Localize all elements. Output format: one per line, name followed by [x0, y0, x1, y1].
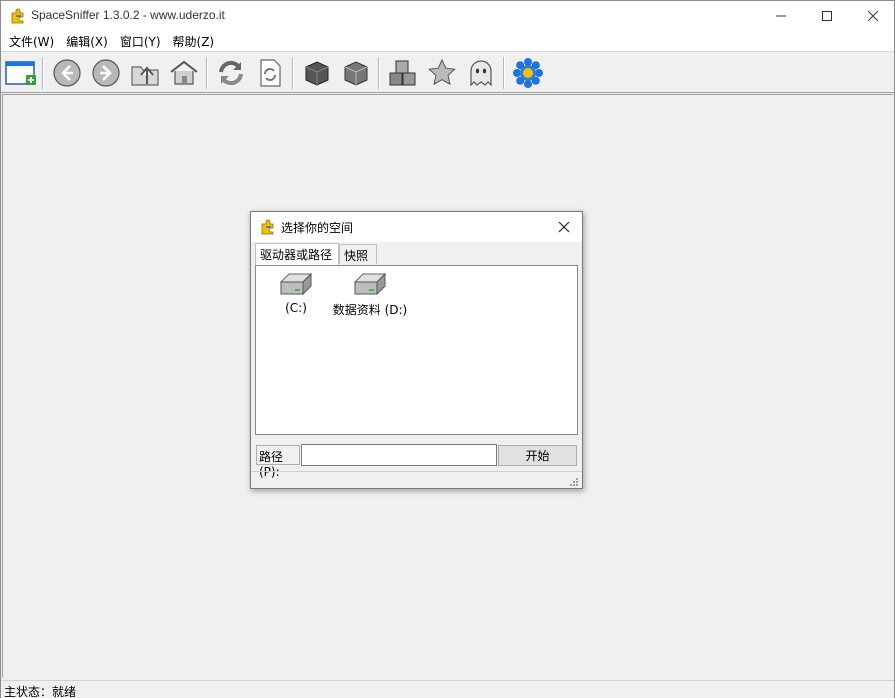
toolbar-separator: [503, 57, 505, 89]
new-window-button[interactable]: [4, 56, 38, 90]
close-icon: [558, 221, 570, 233]
back-icon: [53, 59, 81, 87]
dark-cube-icon: [305, 61, 329, 86]
title-bar[interactable]: SpaceSniffer 1.3.0.2 - www.uderzo.it: [1, 1, 894, 31]
minimize-icon: [776, 15, 786, 17]
menu-help[interactable]: 帮助(Z): [167, 31, 221, 51]
window-title: SpaceSniffer 1.3.0.2 - www.uderzo.it: [31, 8, 225, 22]
new-window-icon: [5, 61, 36, 85]
forward-button[interactable]: [89, 56, 123, 90]
menu-bar: 文件(W) 编辑(X) 窗口(Y) 帮助(Z): [1, 31, 894, 52]
puzzle-app-icon: [10, 8, 26, 24]
ghost-button[interactable]: [464, 56, 498, 90]
close-icon: [868, 11, 878, 21]
back-button[interactable]: [50, 56, 84, 90]
drive-item-c[interactable]: (C:): [278, 272, 314, 315]
maximize-button[interactable]: [804, 1, 850, 31]
toolbar-separator: [206, 57, 208, 89]
cube-button[interactable]: [339, 56, 373, 90]
dialog-title: 选择你的空间: [281, 221, 354, 235]
minimize-button[interactable]: [758, 1, 804, 31]
hard-drive-icon: [279, 272, 313, 296]
dialog-title-bar[interactable]: 选择你的空间: [251, 212, 582, 242]
forward-icon: [92, 59, 120, 87]
resize-grip-icon: [570, 478, 578, 486]
cubes-icon: [389, 60, 416, 86]
menu-edit[interactable]: 编辑(X): [60, 31, 114, 51]
status-text: 主状态：就绪: [4, 685, 77, 698]
home-button[interactable]: [167, 56, 201, 90]
up-folder-icon: [131, 66, 159, 86]
toolbar-separator: [42, 57, 44, 89]
path-label: 路径(P):: [256, 445, 300, 479]
star-icon: [428, 58, 456, 86]
refresh-document-button[interactable]: [253, 56, 287, 90]
drive-label: (C:): [285, 301, 307, 315]
cube-icon: [344, 61, 368, 86]
start-button[interactable]: 开始: [498, 445, 577, 466]
toolbar-separator: [378, 57, 380, 89]
ghost-icon: [470, 60, 492, 87]
drive-label: 数据资料 (D:): [332, 303, 408, 317]
cubes-button[interactable]: [386, 56, 420, 90]
menu-window[interactable]: 窗口(Y): [114, 31, 167, 51]
toolbar: [1, 53, 894, 93]
menu-file[interactable]: 文件(W): [3, 31, 60, 51]
maximize-icon: [822, 11, 832, 21]
toolbar-separator: [292, 57, 294, 89]
flower-button[interactable]: [511, 56, 545, 90]
home-icon: [170, 60, 198, 85]
path-input[interactable]: [301, 444, 497, 466]
drive-list: (C:) 数据资料 (D:): [255, 265, 578, 435]
dialog-close-button[interactable]: [554, 218, 574, 236]
star-button[interactable]: [425, 56, 459, 90]
resize-grip[interactable]: [569, 476, 579, 486]
refresh-button[interactable]: [214, 56, 248, 90]
close-button[interactable]: [850, 1, 895, 31]
refresh-document-icon: [260, 59, 281, 87]
dark-cube-button[interactable]: [300, 56, 334, 90]
tab-snapshot[interactable]: 快照: [339, 244, 377, 264]
hard-drive-icon: [353, 272, 387, 296]
select-space-dialog: 选择你的空间 驱动器或路径 快照 (C:) 数据资料 (D:) 路径(P): 开…: [250, 211, 583, 489]
flower-icon: [513, 58, 543, 88]
dialog-divider: [251, 471, 582, 472]
up-folder-button[interactable]: [128, 56, 162, 90]
tab-drives-or-path[interactable]: 驱动器或路径: [255, 243, 339, 265]
status-bar: 主状态：就绪: [1, 680, 894, 698]
drive-item-d[interactable]: 数据资料 (D:): [330, 272, 410, 318]
refresh-icon: [219, 60, 243, 86]
puzzle-app-icon: [260, 219, 276, 235]
